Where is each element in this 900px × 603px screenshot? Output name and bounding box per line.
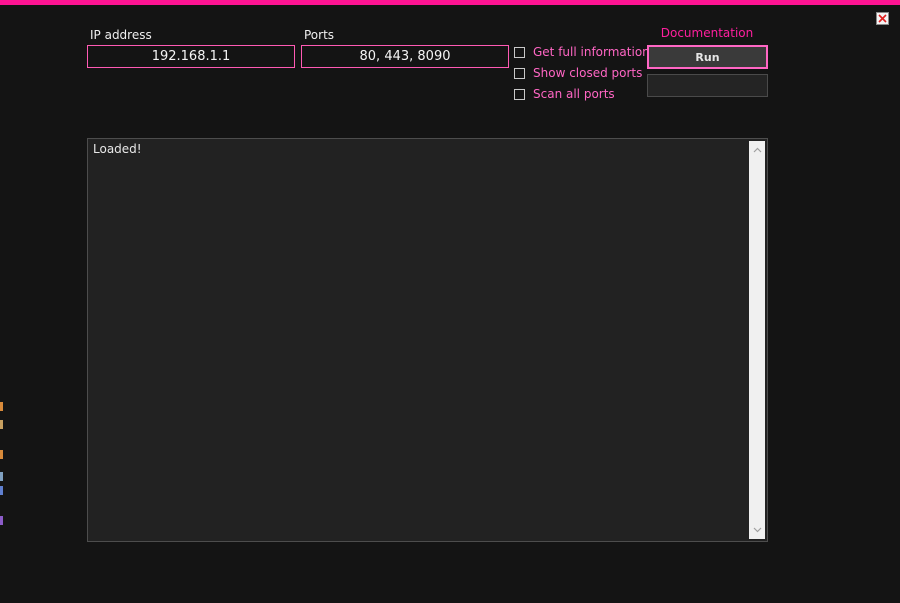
documentation-link[interactable]: Documentation	[648, 26, 766, 40]
ip-address-label: IP address	[90, 28, 152, 42]
scroll-down-button[interactable]	[749, 522, 765, 538]
vertical-scrollbar[interactable]	[749, 141, 765, 539]
ports-input[interactable]	[301, 45, 509, 68]
get-full-information-label: Get full information	[533, 45, 650, 59]
chevron-up-icon	[753, 147, 761, 153]
output-log[interactable]: Loaded!	[87, 138, 768, 542]
progress-bar	[647, 74, 768, 97]
scroll-up-button[interactable]	[749, 142, 765, 158]
show-closed-ports-option[interactable]: Show closed ports	[514, 65, 642, 81]
get-full-information-checkbox[interactable]	[514, 46, 525, 58]
scan-all-ports-checkbox[interactable]	[514, 88, 525, 100]
show-closed-ports-label: Show closed ports	[533, 66, 643, 80]
ip-address-input[interactable]	[87, 45, 295, 68]
scan-all-ports-option[interactable]: Scan all ports	[514, 86, 615, 102]
close-icon	[878, 14, 887, 23]
show-closed-ports-checkbox[interactable]	[514, 67, 525, 79]
background-window-edge	[0, 398, 3, 528]
close-button[interactable]	[876, 12, 889, 25]
ports-label: Ports	[304, 28, 335, 42]
output-text: Loaded!	[93, 142, 142, 156]
run-button[interactable]: Run	[647, 45, 768, 69]
chevron-down-icon	[753, 527, 761, 533]
top-accent-bar	[0, 0, 900, 5]
scan-all-ports-label: Scan all ports	[533, 87, 615, 101]
get-full-information-option[interactable]: Get full information	[514, 44, 650, 60]
